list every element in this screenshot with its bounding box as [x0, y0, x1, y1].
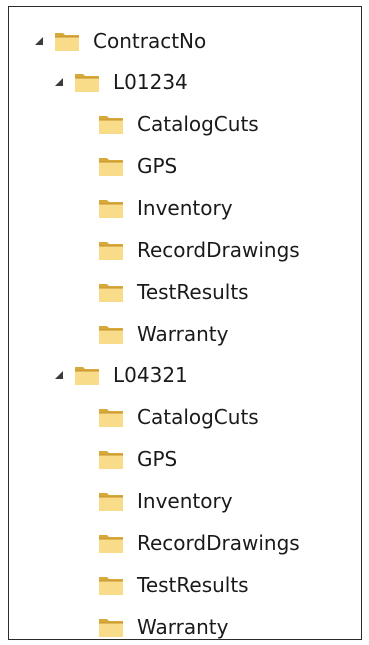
tree-node-label: ContractNo: [93, 29, 207, 53]
tree-node-label: TestResults: [137, 280, 249, 304]
tree-node-label: Warranty: [137, 322, 229, 346]
tree-node-label: Inventory: [137, 196, 233, 220]
tree-node-recorddrawings[interactable]: RecordDrawings: [97, 232, 300, 268]
tree-node-label: CatalogCuts: [137, 112, 259, 136]
tree-node-catalogcuts[interactable]: CatalogCuts: [97, 399, 259, 435]
folder-icon: [73, 68, 101, 96]
tree-node-testresults[interactable]: TestResults: [97, 274, 249, 310]
folder-icon: [97, 236, 125, 264]
tree-node-label: Inventory: [137, 489, 233, 513]
folder-icon: [97, 110, 125, 138]
folder-tree: ContractNo L01234 CatalogCuts GPS Invent…: [9, 7, 361, 639]
folder-icon: [97, 571, 125, 599]
tree-node-inventory[interactable]: Inventory: [97, 483, 233, 519]
tree-node-label: RecordDrawings: [137, 531, 300, 555]
tree-node-l01234[interactable]: L01234: [53, 64, 188, 100]
expanded-caret-icon[interactable]: [53, 76, 65, 88]
folder-icon: [53, 27, 81, 55]
tree-node-label: RecordDrawings: [137, 238, 300, 262]
tree-node-warranty[interactable]: Warranty: [97, 316, 228, 352]
tree-node-label: Warranty: [137, 615, 229, 639]
tree-node-inventory[interactable]: Inventory: [97, 190, 233, 226]
tree-node-label: TestResults: [137, 573, 249, 597]
folder-icon: [97, 278, 125, 306]
tree-node-label: L04321: [113, 363, 188, 387]
tree-node-contractno[interactable]: ContractNo: [33, 23, 206, 59]
expanded-caret-icon[interactable]: [33, 35, 45, 47]
tree-node-l04321[interactable]: L04321: [53, 357, 188, 393]
folder-icon: [73, 361, 101, 389]
folder-icon: [97, 152, 125, 180]
folder-icon: [97, 613, 125, 641]
tree-node-label: CatalogCuts: [137, 405, 259, 429]
tree-node-label: GPS: [137, 447, 178, 471]
folder-icon: [97, 194, 125, 222]
tree-node-label: GPS: [137, 154, 178, 178]
folder-icon: [97, 487, 125, 515]
tree-node-recorddrawings[interactable]: RecordDrawings: [97, 525, 300, 561]
tree-node-testresults[interactable]: TestResults: [97, 567, 249, 603]
expanded-caret-icon[interactable]: [53, 369, 65, 381]
tree-node-warranty[interactable]: Warranty: [97, 609, 228, 645]
folder-icon: [97, 529, 125, 557]
tree-panel: ContractNo L01234 CatalogCuts GPS Invent…: [8, 6, 362, 640]
tree-node-catalogcuts[interactable]: CatalogCuts: [97, 106, 259, 142]
tree-node-label: L01234: [113, 70, 188, 94]
tree-node-gps[interactable]: GPS: [97, 148, 177, 184]
folder-icon: [97, 320, 125, 348]
folder-icon: [97, 445, 125, 473]
folder-icon: [97, 403, 125, 431]
tree-node-gps[interactable]: GPS: [97, 441, 177, 477]
